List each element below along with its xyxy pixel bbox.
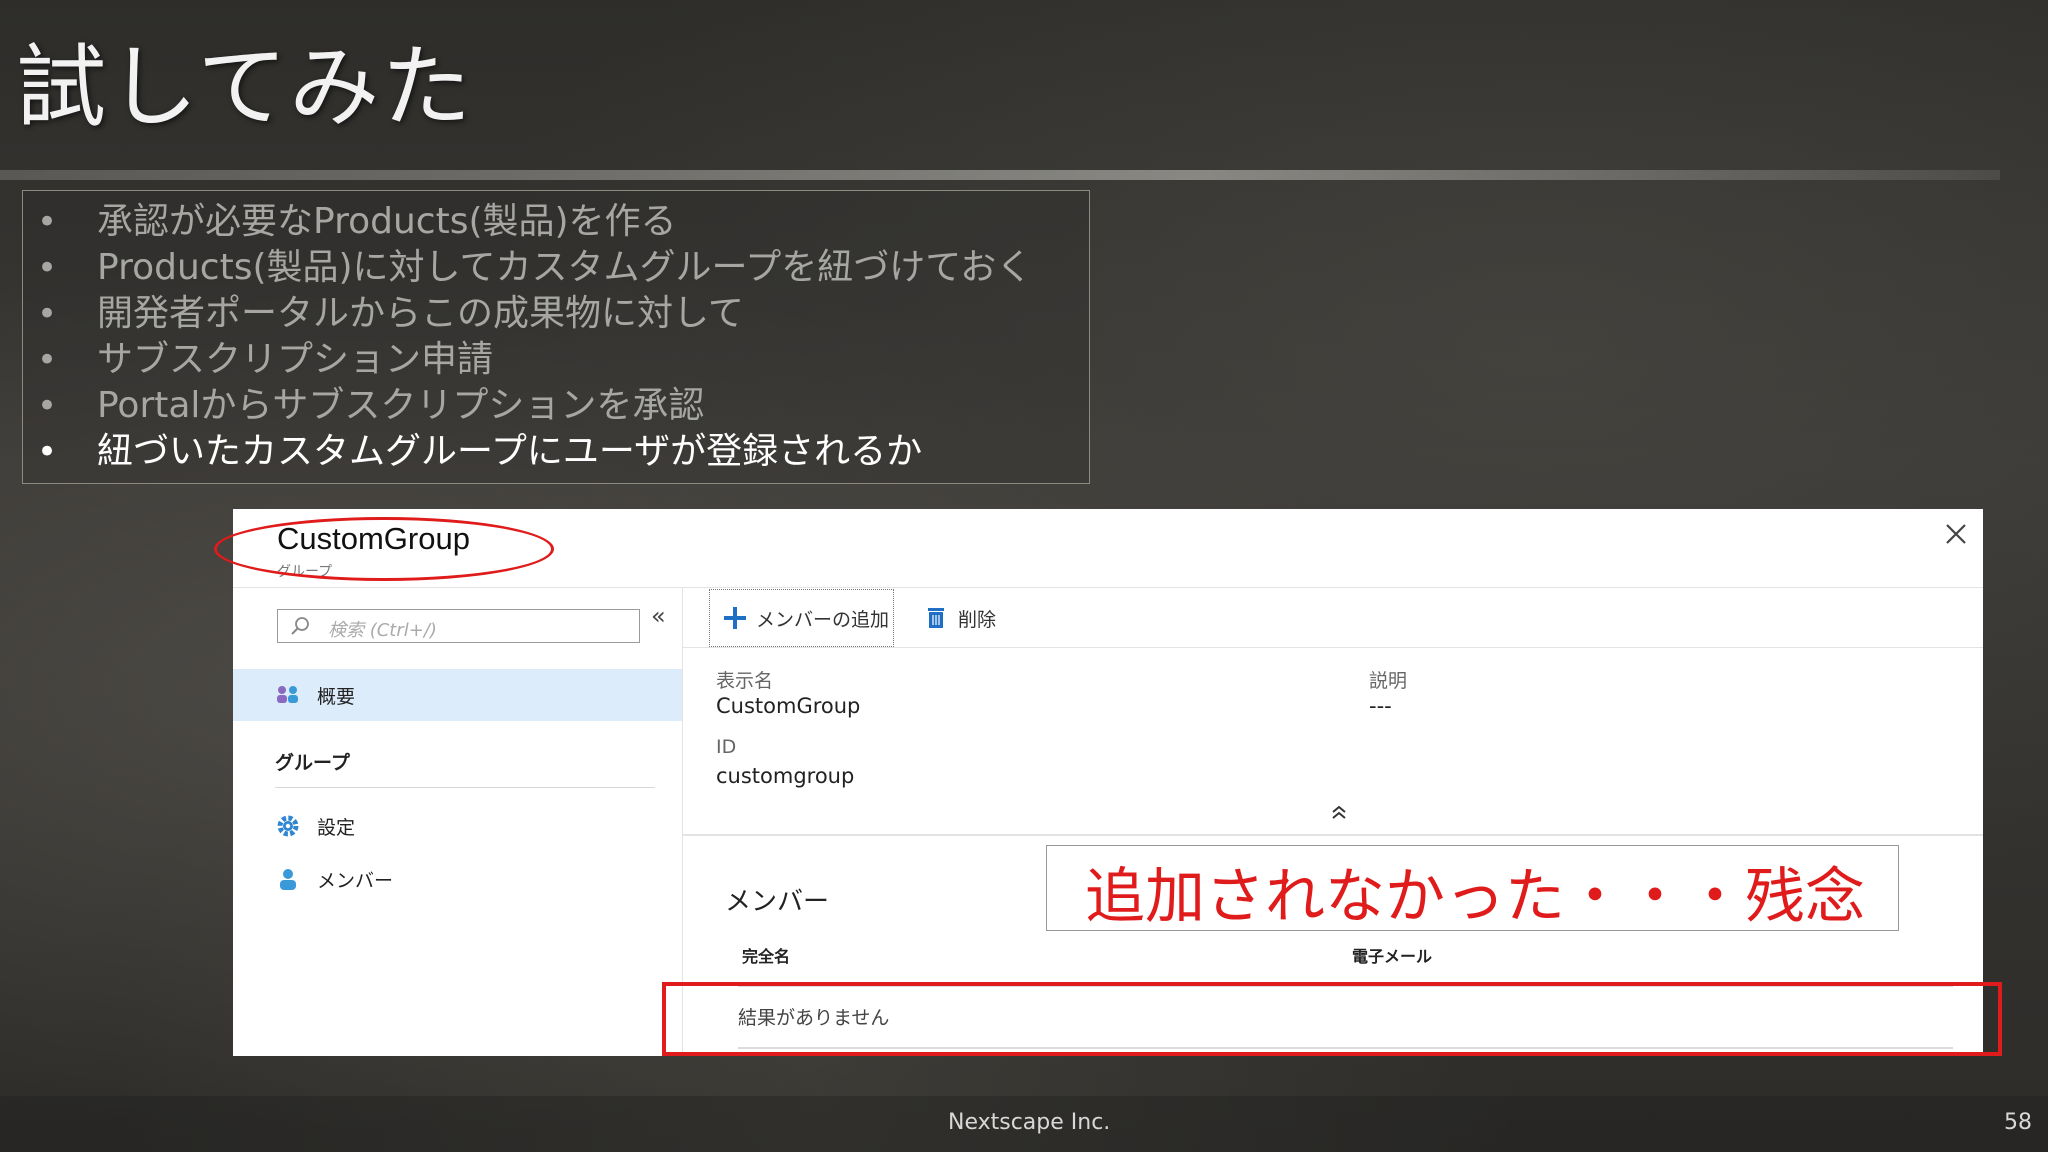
id-label: ID: [716, 736, 737, 758]
bullet-item: Portalからサブスクリプションを承認: [23, 383, 1089, 429]
callout-box: 追加されなかった・・・残念: [1046, 845, 1899, 932]
chevron-up-icon[interactable]: [1327, 803, 1351, 823]
description-value: ---: [1369, 694, 1392, 718]
display-name-label: 表示名: [716, 670, 774, 692]
plus-icon: [722, 605, 748, 631]
footer-company: Nextscape Inc.: [948, 1110, 1111, 1135]
highlight-ellipse: [214, 517, 554, 581]
highlight-rectangle: [662, 982, 2002, 1056]
essentials-divider: [682, 834, 1983, 836]
sidebar-section-heading: グループ: [275, 752, 350, 774]
sidebar-item-label: 概要: [317, 685, 356, 708]
bullet-box: 承認が必要なProducts(製品)を作る Products(製品)に対してカス…: [22, 190, 1090, 484]
add-member-label: メンバーの追加: [756, 608, 890, 631]
sidebar-item-members[interactable]: メンバー: [275, 859, 393, 899]
toolbar-divider: [682, 647, 1983, 648]
members-heading: メンバー: [725, 887, 830, 917]
search-placeholder: 検索 (Ctrl+/): [328, 620, 437, 641]
sidebar-item-label: 設定: [317, 816, 356, 839]
callout-text: 追加されなかった・・・残念: [1085, 862, 1865, 932]
display-name-value: CustomGroup: [716, 694, 861, 718]
bullet-item: 開発者ポータルからこの成果物に対して: [23, 291, 1089, 337]
sidebar-section-divider: [275, 787, 655, 788]
column-header-email: 電子メール: [1352, 947, 1433, 966]
sidebar-item-settings[interactable]: 設定: [275, 806, 355, 846]
background-stripe: [0, 170, 2000, 180]
blade-sidebar: 検索 (Ctrl+/) « 概要 グループ 設定 メンバー: [233, 588, 682, 1056]
description-label: 説明: [1369, 670, 1408, 692]
collapse-sidebar-button[interactable]: «: [651, 602, 666, 630]
bullet-item-continuation: サブスクリプション申請: [23, 337, 1089, 383]
bullet-item: 承認が必要なProducts(製品)を作る: [23, 199, 1089, 245]
sidebar-item-label: メンバー: [317, 869, 394, 892]
page-number: 58: [2004, 1110, 2032, 1135]
bullet-list: 承認が必要なProducts(製品)を作る Products(製品)に対してカス…: [23, 191, 1089, 475]
slide-title: 試してみた: [16, 35, 474, 140]
bullet-item: Products(製品)に対してカスタムグループを紐づけておく: [23, 245, 1089, 291]
bullet-continuation-text: サブスクリプション申請: [97, 339, 494, 380]
id-value: customgroup: [716, 764, 855, 788]
search-icon: [290, 616, 310, 636]
search-input[interactable]: 検索 (Ctrl+/): [277, 609, 640, 643]
close-icon[interactable]: [1941, 519, 1971, 549]
gear-icon: [275, 813, 301, 839]
group-blade-screenshot: CustomGroup グループ 検索 (Ctrl+/) « 概要 グループ 設…: [233, 509, 1983, 1056]
delete-label: 削除: [958, 608, 997, 631]
delete-button[interactable]: 削除: [926, 589, 996, 647]
trash-icon: [926, 606, 946, 630]
bullet-item-active: 紐づいたカスタムグループにユーザが登録されるか: [23, 429, 1089, 475]
sidebar-item-overview[interactable]: 概要: [275, 675, 355, 715]
column-header-fullname: 完全名: [742, 947, 791, 966]
users-icon: [275, 682, 301, 708]
user-icon: [275, 866, 301, 892]
add-member-button[interactable]: メンバーの追加: [709, 589, 894, 647]
